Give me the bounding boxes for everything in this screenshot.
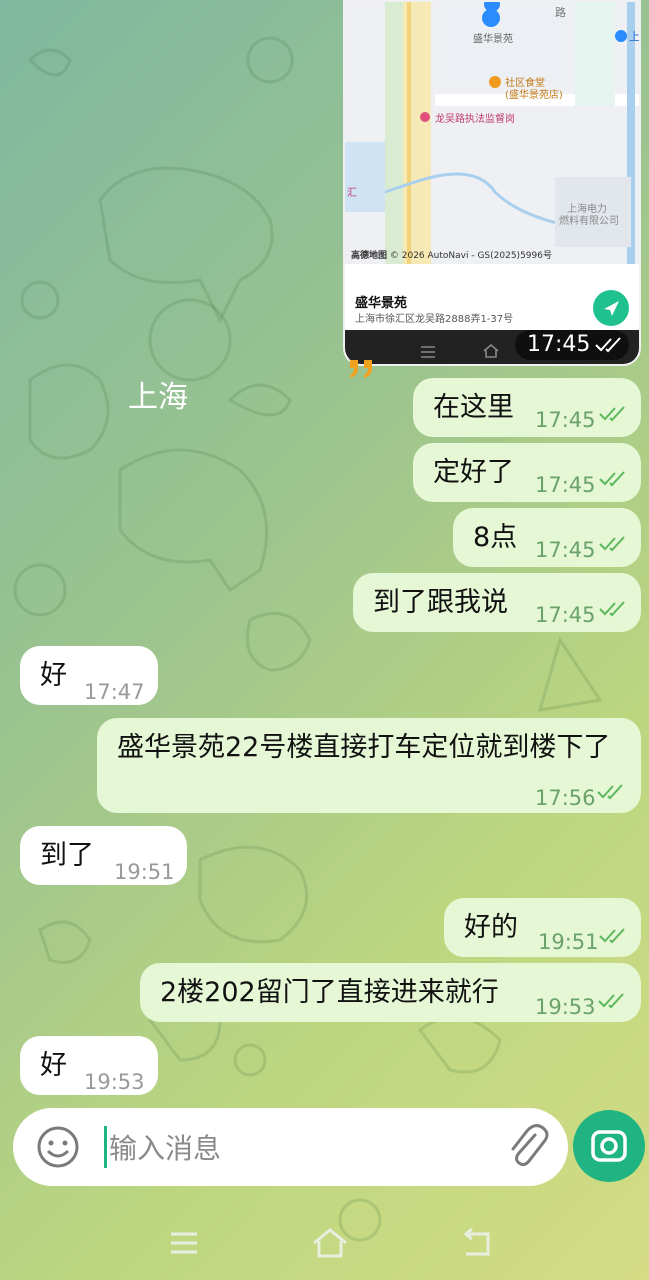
map-attribution: 高德地图 © 2026 AutoNavi - GS(2025)5996号 (351, 248, 552, 261)
message-time: 19:51 (114, 860, 175, 884)
message-text: 2楼202留门了直接进来就行 (160, 977, 499, 1008)
system-nav-bar (0, 1200, 649, 1280)
message-bubble-outgoing[interactable]: 2楼202留门了直接进来就行 19:53 (140, 963, 641, 1022)
double-check-icon (595, 337, 621, 353)
message-text: 好的 (464, 912, 518, 943)
message-time: 19:51 (538, 930, 599, 954)
message-time: 17:45 (535, 538, 596, 562)
camera-icon (591, 1130, 627, 1162)
message-time: 17:45 (535, 473, 596, 497)
message-bubble-outgoing[interactable]: 好的 19:51 (444, 898, 641, 957)
message-time: 17:56 (535, 786, 596, 810)
double-check-icon (599, 928, 629, 944)
map-label-right: 上 (629, 30, 640, 43)
home-icon[interactable] (311, 1227, 349, 1259)
paperclip-icon[interactable] (505, 1123, 549, 1171)
message-text: 到了 (40, 840, 94, 871)
map-label-poi: 盛华景苑 (473, 34, 513, 45)
message-time: 17:47 (84, 680, 145, 704)
home-icon (483, 344, 499, 358)
back-icon[interactable] (460, 1228, 494, 1258)
map-label-police: 龙吴路执法监督岗 (435, 114, 515, 125)
menu-icon (421, 346, 435, 358)
double-check-icon (599, 471, 629, 487)
double-check-icon (599, 406, 629, 422)
message-bubble-outgoing[interactable]: 盛华景苑22号楼直接打车定位就到楼下了 17:56 (97, 718, 641, 813)
message-bubble-outgoing[interactable]: 定好了 17:45 (413, 443, 641, 502)
double-check-icon (598, 993, 628, 1009)
poi-name: 盛华景苑 (355, 296, 408, 311)
camera-button[interactable] (573, 1110, 645, 1182)
message-text: 定好了 (433, 457, 514, 488)
message-bubble-outgoing[interactable]: 到了跟我说 17:45 (353, 573, 641, 632)
emoji-icon[interactable] (36, 1125, 80, 1169)
message-time: 19:53 (535, 995, 596, 1019)
map-time-pill: 17:45 (515, 330, 629, 360)
map-label-power-company: 燃料有限公司 (559, 216, 619, 227)
double-check-icon (597, 784, 627, 800)
message-bubble-incoming[interactable]: 到了 19:51 (20, 826, 187, 885)
message-text: 8点 (473, 522, 518, 553)
message-bubble-incoming[interactable]: 好 17:47 (20, 646, 158, 705)
map-copyright: © 2026 AutoNavi - GS(2025)5996号 (389, 251, 552, 261)
message-time: 17:45 (535, 603, 596, 627)
message-bubble-incoming[interactable]: 好 19:53 (20, 1036, 158, 1095)
map-brand: 高德地图 (351, 251, 388, 261)
message-bubble-outgoing[interactable]: 8点 17:45 (453, 508, 641, 567)
double-check-icon (599, 601, 629, 617)
message-text: 好 (40, 660, 67, 691)
navigate-button[interactable] (593, 290, 629, 326)
message-text: 到了跟我说 (373, 587, 508, 618)
message-time: 17:45 (535, 408, 596, 432)
map-label-road: 路 (555, 6, 566, 19)
city-label: 上海 (128, 380, 188, 415)
message-input[interactable] (107, 1122, 491, 1174)
message-text: 好 (40, 1050, 67, 1081)
poi-address: 上海市徐汇区龙吴路2888弄1-37号 (355, 314, 514, 325)
message-text: 盛华景苑22号楼直接打车定位就到楼下了 (117, 732, 611, 763)
map-label-canteen-branch: (盛华景苑店) (505, 90, 563, 101)
map-message-time: 17:45 (527, 332, 591, 357)
message-time: 19:53 (84, 1070, 145, 1094)
map-label-left: 汇 (347, 188, 357, 199)
menu-icon[interactable] (169, 1231, 199, 1255)
navigate-arrow-icon (604, 301, 619, 316)
message-bubble-outgoing[interactable]: 在这里 17:45 (413, 378, 641, 437)
location-map-card[interactable]: 盛华景苑 路 上 社区食堂 (盛华景苑店) 龙吴路执法监督岗 汇 上海电力 燃料… (343, 0, 641, 366)
message-compose-bar (13, 1108, 568, 1186)
poi-info-panel[interactable]: 盛华景苑 上海市徐汇区龙吴路2888弄1-37号 (345, 264, 639, 330)
map-bottom-bar: 17:45 (345, 330, 639, 364)
quote-icon (350, 360, 372, 378)
message-text: 在这里 (433, 392, 514, 423)
double-check-icon (599, 536, 629, 552)
